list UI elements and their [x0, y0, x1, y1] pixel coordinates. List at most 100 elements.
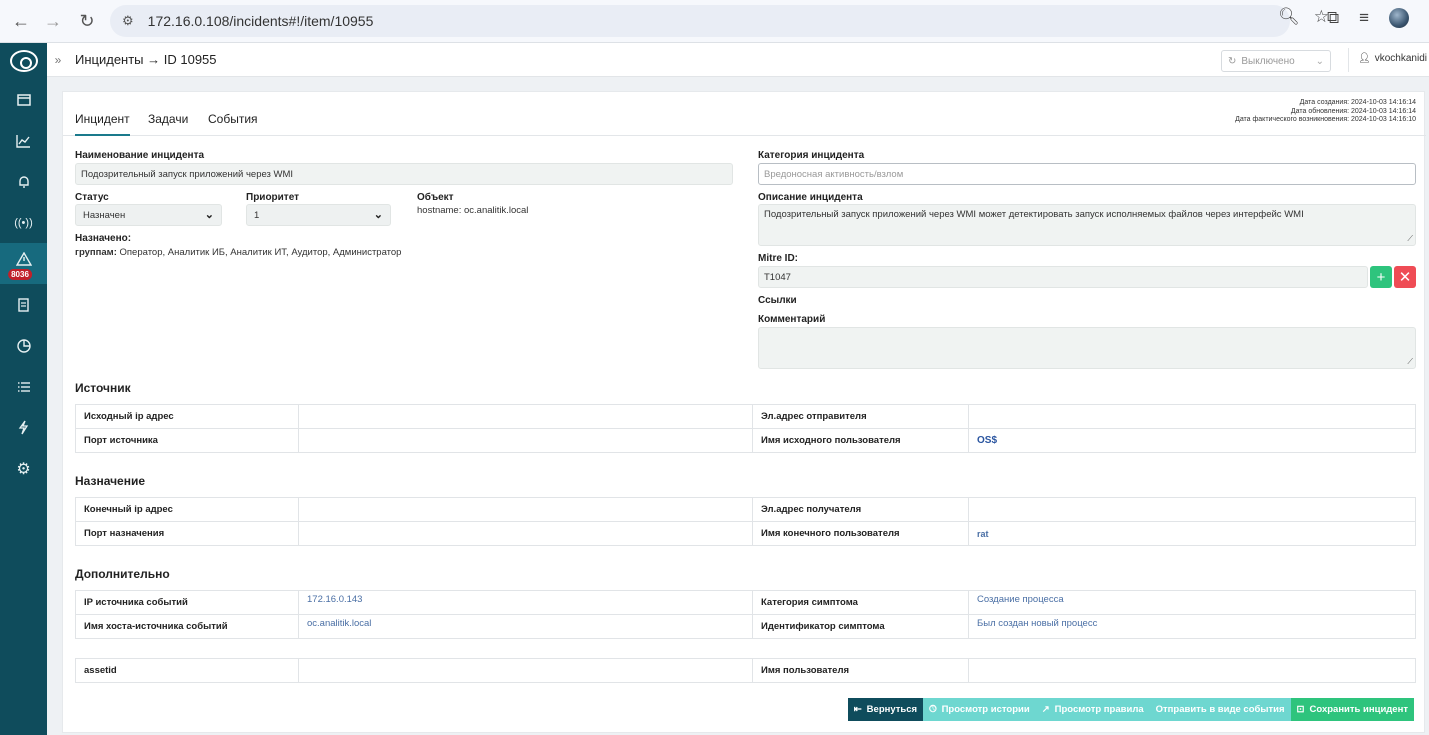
extensions-icon[interactable]: ⧉ [1327, 8, 1339, 28]
document-icon [18, 297, 29, 312]
username-value [968, 658, 1416, 683]
category-input[interactable]: Вредоносная активность/взлом [758, 163, 1416, 185]
chevron-down-icon: ⌄ [204, 209, 214, 221]
view-rule-label: Просмотр правила [1054, 704, 1144, 715]
sidebar-item-notifications[interactable] [0, 161, 47, 202]
browser-toolbar: ← → ↻ ⚙ 172.16.0.108/incidents#!/item/10… [0, 0, 1429, 43]
window-icon [16, 93, 31, 106]
symptom-category-value: Создание процесса [968, 590, 1416, 615]
back-button-label: Вернуться [866, 704, 918, 715]
sidebar-item-settings[interactable]: ⚙ [0, 448, 47, 489]
recipient-email-value [968, 497, 1416, 522]
user-icon: 👤︎ [1358, 53, 1371, 64]
profile-avatar-icon[interactable] [1389, 8, 1409, 28]
incident-dates: Дата создания: 2024-10-03 14:16:14 Дата … [1235, 99, 1416, 125]
app-sidebar: ((•)) 8036 ⚙ [0, 43, 47, 735]
updated-date: Дата обновления: 2024-10-03 14:16:14 [1290, 107, 1416, 115]
view-rule-button[interactable]: ↗ Просмотр правила [1035, 698, 1150, 721]
save-icon: ⊡ [1296, 704, 1305, 715]
sidebar-item-dashboard[interactable] [0, 79, 47, 120]
table-row: Исходный ip адрес Эл.адрес отправителя [75, 404, 1416, 429]
sidebar-item-statistics[interactable] [0, 325, 47, 366]
links-label: Ссылки [758, 295, 797, 306]
reading-list-icon[interactable]: ≡ [1359, 8, 1369, 28]
address-bar[interactable]: ⚙ 172.16.0.108/incidents#!/item/10955 [110, 5, 1290, 37]
incident-card: Инцидент Задачи События Дата создания: 2… [62, 91, 1426, 733]
username-label: Имя пользователя [752, 658, 969, 683]
assigned-groups-value: Оператор, Аналитик ИБ, Аналитик ИТ, Ауди… [119, 247, 402, 258]
zoom-icon[interactable]: 🔍︎ [1278, 7, 1300, 27]
pie-chart-icon [16, 338, 31, 353]
description-value: Подозрительный запуск приложений через W… [764, 209, 1304, 220]
sidebar-item-incidents[interactable]: 8036 [0, 243, 47, 284]
source-ip-value [298, 404, 753, 429]
sidebar-item-lists[interactable] [0, 366, 47, 407]
resize-handle-icon[interactable]: ⟋ [1407, 234, 1413, 244]
description-textarea[interactable]: Подозрительный запуск приложений через W… [758, 204, 1416, 246]
incident-name-input[interactable]: Подозрительный запуск приложений через W… [75, 163, 733, 185]
tab-events[interactable]: События [208, 112, 258, 134]
destination-table: Конечный ip адрес Эл.адрес получателя По… [75, 497, 1416, 546]
symptom-category-label: Категория симптома [752, 590, 969, 615]
view-history-label: Просмотр истории [941, 704, 1030, 715]
assigned-groups-label: группам: [75, 247, 117, 258]
back-button[interactable]: ⇤ Вернуться [847, 698, 924, 721]
remove-mitre-button[interactable]: ✕ [1394, 266, 1416, 288]
object-value: hostname: oc.analitik.local [417, 205, 529, 216]
created-date: Дата создания: 2024-10-03 14:16:14 [1299, 99, 1416, 106]
tab-incident[interactable]: Инцидент [75, 112, 130, 136]
comment-textarea[interactable]: ⟋ [758, 327, 1416, 369]
extra-table: IP источника событий 172.16.0.143 Катего… [75, 590, 1416, 639]
site-settings-icon[interactable]: ⚙ [122, 13, 134, 29]
priority-select[interactable]: 1 ⌄ [246, 204, 391, 226]
app-logo[interactable] [0, 43, 47, 79]
plus-icon: + [1376, 268, 1386, 286]
view-history-button[interactable]: 🕓︎ Просмотр истории [923, 698, 1036, 721]
user-menu[interactable]: 👤︎ vkochkanidi [1358, 53, 1427, 64]
clock-icon: 🕓︎ [929, 704, 937, 715]
destination-port-label: Порт назначения [75, 521, 299, 546]
sidebar-item-sources[interactable]: ((•)) [0, 202, 47, 243]
destination-user-value: rat [968, 521, 1416, 546]
source-user-value: OS$ [968, 428, 1416, 453]
exit-icon: ⇤ [853, 704, 862, 715]
reload-icon[interactable]: ↻ [72, 6, 102, 36]
sidebar-item-reports[interactable] [0, 284, 47, 325]
resize-handle-icon[interactable]: ⟋ [1407, 357, 1413, 367]
source-ip-label: Исходный ip адрес [75, 404, 299, 429]
priority-label: Приоритет [246, 192, 300, 203]
assigned-groups: группам: Оператор, Аналитик ИБ, Аналитик… [75, 247, 401, 258]
comment-label: Комментарий [758, 314, 826, 325]
auto-refresh-value: Выключено [1241, 55, 1295, 67]
breadcrumb: Инциденты → ID 10955 [75, 52, 217, 67]
symptom-id-value: Был создан новый процесс [968, 614, 1416, 639]
list-icon [17, 381, 30, 392]
external-link-icon: ↗ [1041, 704, 1050, 715]
send-as-event-button[interactable]: Отправить в виде события [1149, 698, 1291, 721]
tab-tasks[interactable]: Задачи [148, 112, 188, 134]
sidebar-item-analytics[interactable] [0, 120, 47, 161]
save-incident-button[interactable]: ⊡ Сохранить инцидент [1290, 698, 1414, 721]
status-select[interactable]: Назначен ⌄ [75, 204, 222, 226]
assetid-label: assetid [75, 658, 299, 683]
auto-refresh-select[interactable]: ↻ Выключено ⌄ [1221, 50, 1331, 72]
forward-arrow-icon[interactable]: → [38, 6, 68, 36]
source-section-title: Источник [75, 381, 131, 395]
add-mitre-button[interactable]: + [1370, 266, 1392, 288]
table-row: Порт источника Имя исходного пользовател… [75, 428, 1416, 453]
sidebar-item-rules[interactable] [0, 407, 47, 448]
back-arrow-icon[interactable]: ← [6, 6, 36, 36]
chevron-down-icon: ⌄ [373, 209, 383, 221]
bell-icon [18, 175, 29, 188]
url-text: 172.16.0.108/incidents#!/item/10955 [147, 13, 374, 29]
description-label: Описание инцидента [758, 192, 863, 203]
source-table: Исходный ip адрес Эл.адрес отправителя П… [75, 404, 1416, 453]
warning-icon [15, 251, 32, 266]
broadcast-icon: ((•)) [14, 216, 33, 229]
mitre-input[interactable]: T1047 [758, 266, 1368, 288]
destination-section-title: Назначение [75, 474, 146, 488]
header-divider [1348, 48, 1349, 72]
recipient-email-label: Эл.адрес получателя [752, 497, 969, 522]
expand-sidebar-icon[interactable]: » [47, 53, 69, 67]
sender-email-value [968, 404, 1416, 429]
